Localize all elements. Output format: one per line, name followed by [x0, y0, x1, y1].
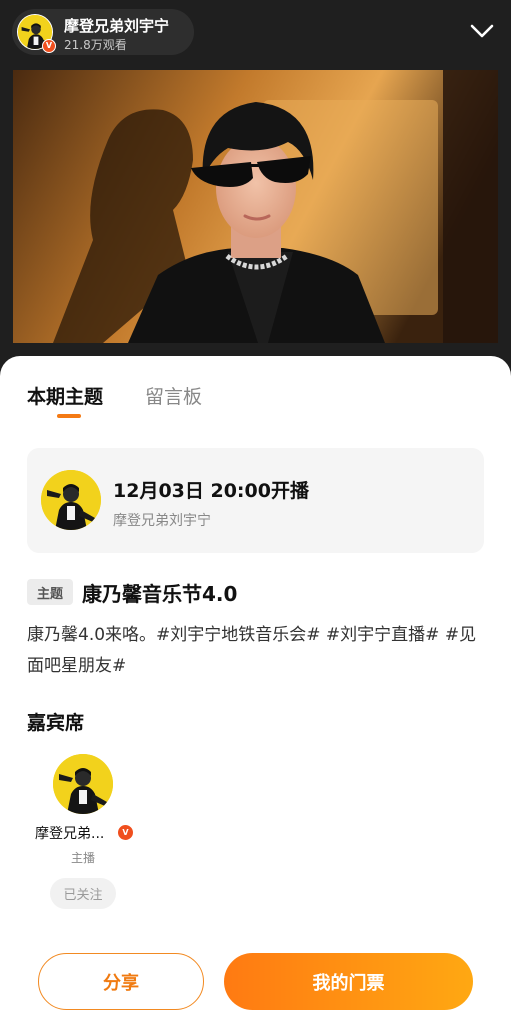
topic-tag: 主题: [27, 579, 73, 605]
verified-badge-icon: V: [118, 825, 133, 840]
guest-name[interactable]: 摩登兄弟...: [35, 823, 104, 843]
follow-button[interactable]: 已关注: [50, 878, 116, 909]
my-ticket-button[interactable]: 我的门票: [224, 953, 473, 1010]
event-detail-sheet: 本期主题 留言板 12月03日 20:00开播 摩登兄弟刘宇宁 主题 康乃馨音乐…: [0, 356, 511, 1024]
guest-role: 主播: [71, 851, 96, 865]
share-button[interactable]: 分享: [38, 953, 204, 1010]
live-header: V 摩登兄弟刘宇宁 21.8万观看: [0, 0, 511, 64]
schedule-host-name: 摩登兄弟刘宇宁: [113, 513, 211, 529]
host-name: 摩登兄弟刘宇宁: [64, 17, 170, 35]
guests-heading: 嘉宾席: [27, 712, 85, 734]
host-info-pill[interactable]: V 摩登兄弟刘宇宁 21.8万观看: [12, 9, 194, 55]
topic-title: 康乃馨音乐节4.0: [82, 582, 238, 606]
chevron-down-icon[interactable]: [467, 16, 497, 46]
active-tab-indicator: [57, 414, 81, 418]
tab-message-board[interactable]: 留言板: [145, 382, 202, 409]
schedule-time: 12月03日 20:00开播: [113, 480, 309, 502]
schedule-card: 12月03日 20:00开播 摩登兄弟刘宇宁: [27, 448, 484, 553]
verified-badge-icon: V: [42, 39, 56, 53]
guest-card: 摩登兄弟... V 主播 已关注: [27, 752, 147, 912]
tab-bar: 本期主题 留言板: [27, 382, 327, 422]
topic-description: 康乃馨4.0来咯。#刘宇宁地铁音乐会# #刘宇宁直播# #见面吧星朋友#: [27, 625, 477, 676]
schedule-host-avatar[interactable]: [41, 470, 101, 530]
viewer-count: 21.8万观看: [64, 38, 127, 52]
live-cover-image: [13, 70, 498, 343]
guest-avatar[interactable]: [53, 754, 113, 814]
tab-topic[interactable]: 本期主题: [27, 382, 103, 409]
